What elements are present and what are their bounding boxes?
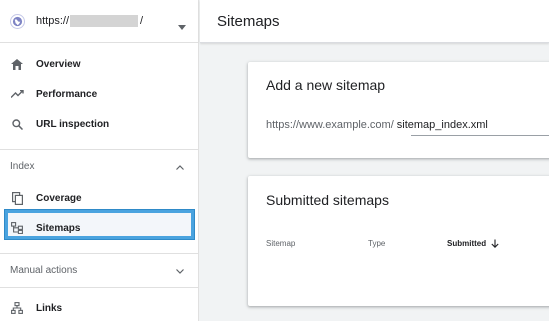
property-url-prefix: https:// <box>36 15 70 27</box>
submitted-sitemaps-title: Submitted sitemaps <box>266 192 389 208</box>
column-header-submitted[interactable]: Submitted <box>447 239 499 248</box>
add-sitemap-card: Add a new sitemap https://www.example.co… <box>248 62 549 158</box>
sitemap-icon <box>10 221 24 235</box>
section-manual-actions[interactable]: Manual actions <box>0 253 198 287</box>
submitted-sitemaps-card: Submitted sitemaps Sitemap Type Submitte… <box>248 176 549 306</box>
home-icon <box>10 57 24 71</box>
sidebar-item-label: Sitemaps <box>36 222 81 234</box>
sidebar-item-overview[interactable]: Overview <box>0 49 198 79</box>
column-header-submitted-label: Submitted <box>447 239 487 248</box>
redacted-domain <box>70 15 139 27</box>
sidebar-item-links[interactable]: Links <box>0 293 198 321</box>
links-icon <box>10 301 24 315</box>
sidebar-item-label: URL inspection <box>36 118 110 130</box>
sitemap-url-input[interactable] <box>396 119 537 131</box>
copy-icon <box>10 191 24 205</box>
sidebar-item-label: Links <box>36 302 63 314</box>
sidebar-item-label: Performance <box>36 88 98 100</box>
sitemap-url-prefix: https://www.example.com/ <box>266 119 394 131</box>
page-title: Sitemaps <box>217 12 280 30</box>
section-index-label: Index <box>10 161 35 172</box>
chevron-down-icon <box>176 266 184 277</box>
column-header-type[interactable]: Type <box>368 239 385 248</box>
sidebar: https:// / Overview Performance URL insp… <box>0 0 199 321</box>
sidebar-item-sitemaps[interactable]: Sitemaps <box>0 213 198 243</box>
chevron-up-icon <box>176 162 184 173</box>
column-header-sitemap[interactable]: Sitemap <box>266 239 295 248</box>
sidebar-item-label: Coverage <box>36 192 82 204</box>
sitemap-url-row: https://www.example.com/ <box>266 119 537 131</box>
property-selector[interactable]: https:// / <box>0 0 198 43</box>
globe-icon <box>10 13 25 29</box>
sidebar-item-coverage[interactable]: Coverage <box>0 183 198 213</box>
arrow-down-icon <box>491 239 499 248</box>
sitemap-input-underline <box>411 135 549 136</box>
caret-down-icon[interactable] <box>178 17 186 35</box>
section-index[interactable]: Index <box>0 149 198 183</box>
section-manual-actions-label: Manual actions <box>10 265 78 276</box>
sidebar-item-label: Overview <box>36 58 81 70</box>
sidebar-item-performance[interactable]: Performance <box>0 79 198 109</box>
add-sitemap-title: Add a new sitemap <box>266 77 386 93</box>
search-icon <box>10 117 24 131</box>
trending-up-icon <box>10 87 24 101</box>
property-url-suffix: / <box>140 15 144 27</box>
property-url: https:// / <box>36 15 143 27</box>
header: Sitemaps <box>200 0 549 43</box>
sidebar-item-url-inspection[interactable]: URL inspection <box>0 109 198 139</box>
